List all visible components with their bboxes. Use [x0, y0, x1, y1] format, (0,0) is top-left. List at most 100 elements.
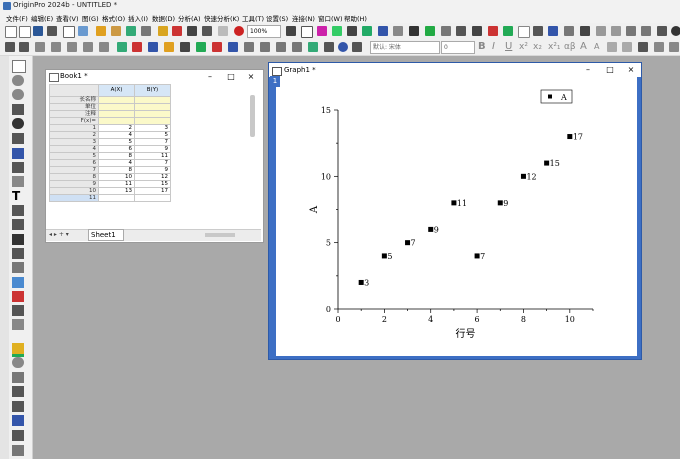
- new-notes-icon[interactable]: [63, 26, 75, 38]
- results-log-icon[interactable]: [347, 26, 357, 36]
- cell[interactable]: 5: [98, 138, 135, 146]
- sheet-tab[interactable]: Sheet1: [88, 229, 124, 241]
- menu-insert[interactable]: 插入(I): [128, 13, 148, 23]
- arrange-layers-icon[interactable]: [548, 26, 558, 36]
- close-icon[interactable]: ×: [625, 64, 637, 75]
- cell[interactable]: 11: [134, 152, 171, 160]
- row-number[interactable]: 5: [49, 152, 99, 160]
- record-icon[interactable]: [234, 26, 244, 36]
- column-header-a[interactable]: A(X): [98, 84, 135, 97]
- zoom-out-icon[interactable]: [12, 89, 24, 100]
- graph-window[interactable]: Graph1 * – □ × 0 2 4 6 8 10 0 5 10 15 行号 A 3 5 7 9 11 7 9 1…: [268, 62, 642, 360]
- rescale-xy-icon[interactable]: [67, 42, 77, 52]
- rectangle-tool-icon[interactable]: [12, 248, 24, 259]
- line-width-icon[interactable]: [669, 42, 679, 52]
- open-template-icon[interactable]: [141, 26, 151, 36]
- rescale-x-icon[interactable]: [83, 42, 93, 52]
- pan-right-icon[interactable]: [19, 42, 29, 52]
- color-scale-icon[interactable]: [164, 42, 174, 52]
- cell[interactable]: 15: [134, 180, 171, 188]
- document-icon[interactable]: [12, 430, 24, 441]
- ungroup-icon[interactable]: [196, 42, 206, 52]
- cell[interactable]: [134, 110, 171, 118]
- scale-out-icon[interactable]: [51, 42, 61, 52]
- hand-icon[interactable]: [12, 262, 24, 273]
- undo-icon[interactable]: [338, 42, 348, 52]
- insert-image-icon[interactable]: [12, 305, 24, 316]
- decrease-font-icon[interactable]: A: [594, 42, 599, 51]
- fill-color-icon[interactable]: [622, 42, 632, 52]
- vertical-scrollbar[interactable]: [250, 95, 255, 137]
- refresh-icon[interactable]: [301, 26, 313, 38]
- row-number[interactable]: 7: [49, 166, 99, 174]
- cell[interactable]: 13: [98, 187, 135, 195]
- row-number[interactable]: 2: [49, 131, 99, 139]
- link-layers-icon[interactable]: [580, 26, 590, 36]
- script-window-icon[interactable]: [409, 26, 419, 36]
- menu-edit[interactable]: 编辑(E): [31, 13, 53, 23]
- new-graph-icon[interactable]: [47, 26, 57, 36]
- superscript-icon[interactable]: x²: [519, 42, 528, 52]
- font-size-select[interactable]: 0: [441, 41, 475, 54]
- cell[interactable]: [98, 194, 135, 202]
- rescale-y-icon[interactable]: [99, 42, 109, 52]
- cell[interactable]: 4: [98, 131, 135, 139]
- save-template-icon[interactable]: [202, 26, 212, 36]
- row-number[interactable]: 10: [49, 187, 99, 195]
- align-bottom-icon[interactable]: [292, 42, 302, 52]
- add-legend-icon[interactable]: [488, 26, 498, 36]
- redo-icon[interactable]: [352, 42, 362, 52]
- text-tool-icon[interactable]: T: [12, 189, 20, 203]
- funnel-icon[interactable]: [626, 26, 636, 36]
- equation-icon[interactable]: [12, 277, 24, 288]
- menu-window[interactable]: 窗口(W): [318, 13, 343, 23]
- line-color-icon[interactable]: [638, 42, 648, 52]
- menu-settings[interactable]: 设置(S): [266, 13, 288, 23]
- crosshair-icon[interactable]: [12, 104, 24, 115]
- greek-icon[interactable]: αβ: [564, 42, 576, 52]
- minimize-icon[interactable]: –: [582, 64, 594, 75]
- menu-graph[interactable]: 图(G): [82, 13, 99, 23]
- menu-data[interactable]: 数据(D): [152, 13, 175, 23]
- notes-icon[interactable]: [12, 415, 24, 426]
- menu-format[interactable]: 格式(O): [102, 13, 125, 23]
- new-excel-icon[interactable]: [111, 26, 121, 36]
- color-bar-icon[interactable]: [12, 343, 24, 357]
- cell[interactable]: 8: [98, 166, 135, 174]
- add-text-icon[interactable]: [12, 205, 24, 216]
- zoom-select[interactable]: 100%: [247, 25, 281, 38]
- mask-points-icon[interactable]: [12, 176, 24, 187]
- data-reader-icon[interactable]: [12, 133, 24, 144]
- corner-cell[interactable]: [49, 84, 99, 97]
- cell[interactable]: 5: [134, 131, 171, 139]
- scatter-chart[interactable]: 0 2 4 6 8 10 0 5 10 15 行号 A 3 5 7 9 11 7 9 12 15 17 A: [276, 77, 637, 356]
- row-number[interactable]: 8: [49, 173, 99, 181]
- cell[interactable]: 2: [98, 124, 135, 132]
- cell[interactable]: [98, 103, 135, 111]
- cell[interactable]: [134, 194, 171, 202]
- plot-setup-icon[interactable]: [456, 26, 466, 36]
- new-table-icon[interactable]: [518, 26, 530, 38]
- cell[interactable]: 7: [134, 159, 171, 167]
- row-number[interactable]: 4: [49, 145, 99, 153]
- line-tool-icon[interactable]: [12, 234, 24, 245]
- insert-table-icon[interactable]: [12, 401, 24, 412]
- filter-clear-icon[interactable]: [611, 26, 621, 36]
- text-color-icon[interactable]: [607, 42, 617, 52]
- row-number[interactable]: 6: [49, 159, 99, 167]
- merge-graphs-icon[interactable]: [533, 26, 543, 36]
- cell[interactable]: [134, 103, 171, 111]
- line-style-icon[interactable]: [654, 42, 664, 52]
- project-explorer-icon[interactable]: [362, 26, 372, 36]
- pointer-icon[interactable]: [12, 60, 26, 73]
- sheet-nav-icons[interactable]: ◂ ▸ + ▾: [49, 231, 69, 238]
- cell[interactable]: 3: [134, 124, 171, 132]
- command-window-icon[interactable]: [393, 26, 403, 36]
- dark-mode-icon[interactable]: [671, 26, 680, 36]
- open-folder-icon[interactable]: [158, 26, 168, 36]
- supsub-icon[interactable]: x²₁: [548, 42, 561, 52]
- subscript-icon[interactable]: x₂: [533, 42, 542, 52]
- close-icon[interactable]: ×: [245, 71, 257, 82]
- cell[interactable]: [134, 117, 171, 125]
- worksheet-grid[interactable]: A(X) B(Y) 长名称 单位 注释 F(x)= 123 245 357 46…: [49, 84, 171, 202]
